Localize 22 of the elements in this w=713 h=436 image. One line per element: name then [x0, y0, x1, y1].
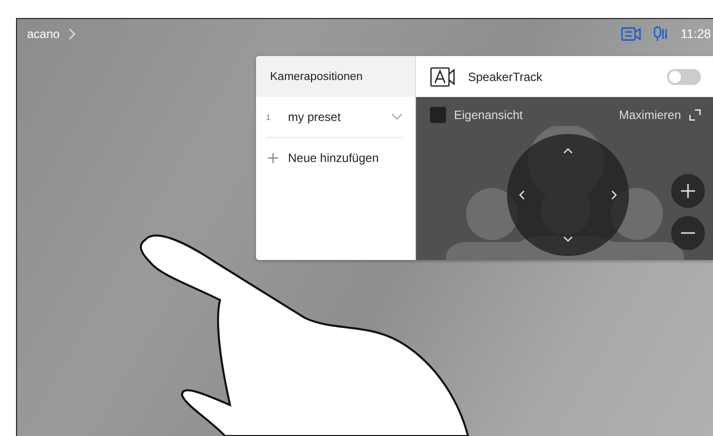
chevron-down-icon[interactable] [391, 113, 403, 121]
add-preset-button[interactable]: Neue hinzufügen [256, 138, 415, 178]
arrow-up-icon[interactable] [563, 148, 573, 154]
speakertrack-label: SpeakerTrack [468, 70, 544, 84]
selfview-label: Eigenansicht [454, 108, 523, 122]
preset-item[interactable]: 1 my preset [266, 97, 403, 138]
microphone-settings-icon[interactable] [652, 26, 669, 42]
plus-icon [268, 153, 278, 163]
zoom-out-icon[interactable] [671, 216, 705, 250]
arrow-down-icon[interactable] [563, 236, 573, 242]
maximize-icon[interactable] [689, 109, 701, 121]
speakertrack-toggle[interactable] [667, 68, 701, 84]
speakertrack-icon [430, 66, 456, 86]
arrow-left-icon[interactable] [519, 190, 525, 200]
maximize-button[interactable]: Maximieren [618, 108, 681, 122]
camera-controls-icon[interactable] [620, 27, 641, 41]
chevron-right-icon [68, 28, 76, 40]
selfview-checkbox[interactable] [430, 107, 446, 123]
clock-time: 11:28 [680, 27, 711, 41]
arrow-right-icon[interactable] [611, 190, 617, 200]
zoom-in-icon[interactable] [671, 174, 705, 208]
panel-title: Kamerapositionen [270, 70, 363, 82]
